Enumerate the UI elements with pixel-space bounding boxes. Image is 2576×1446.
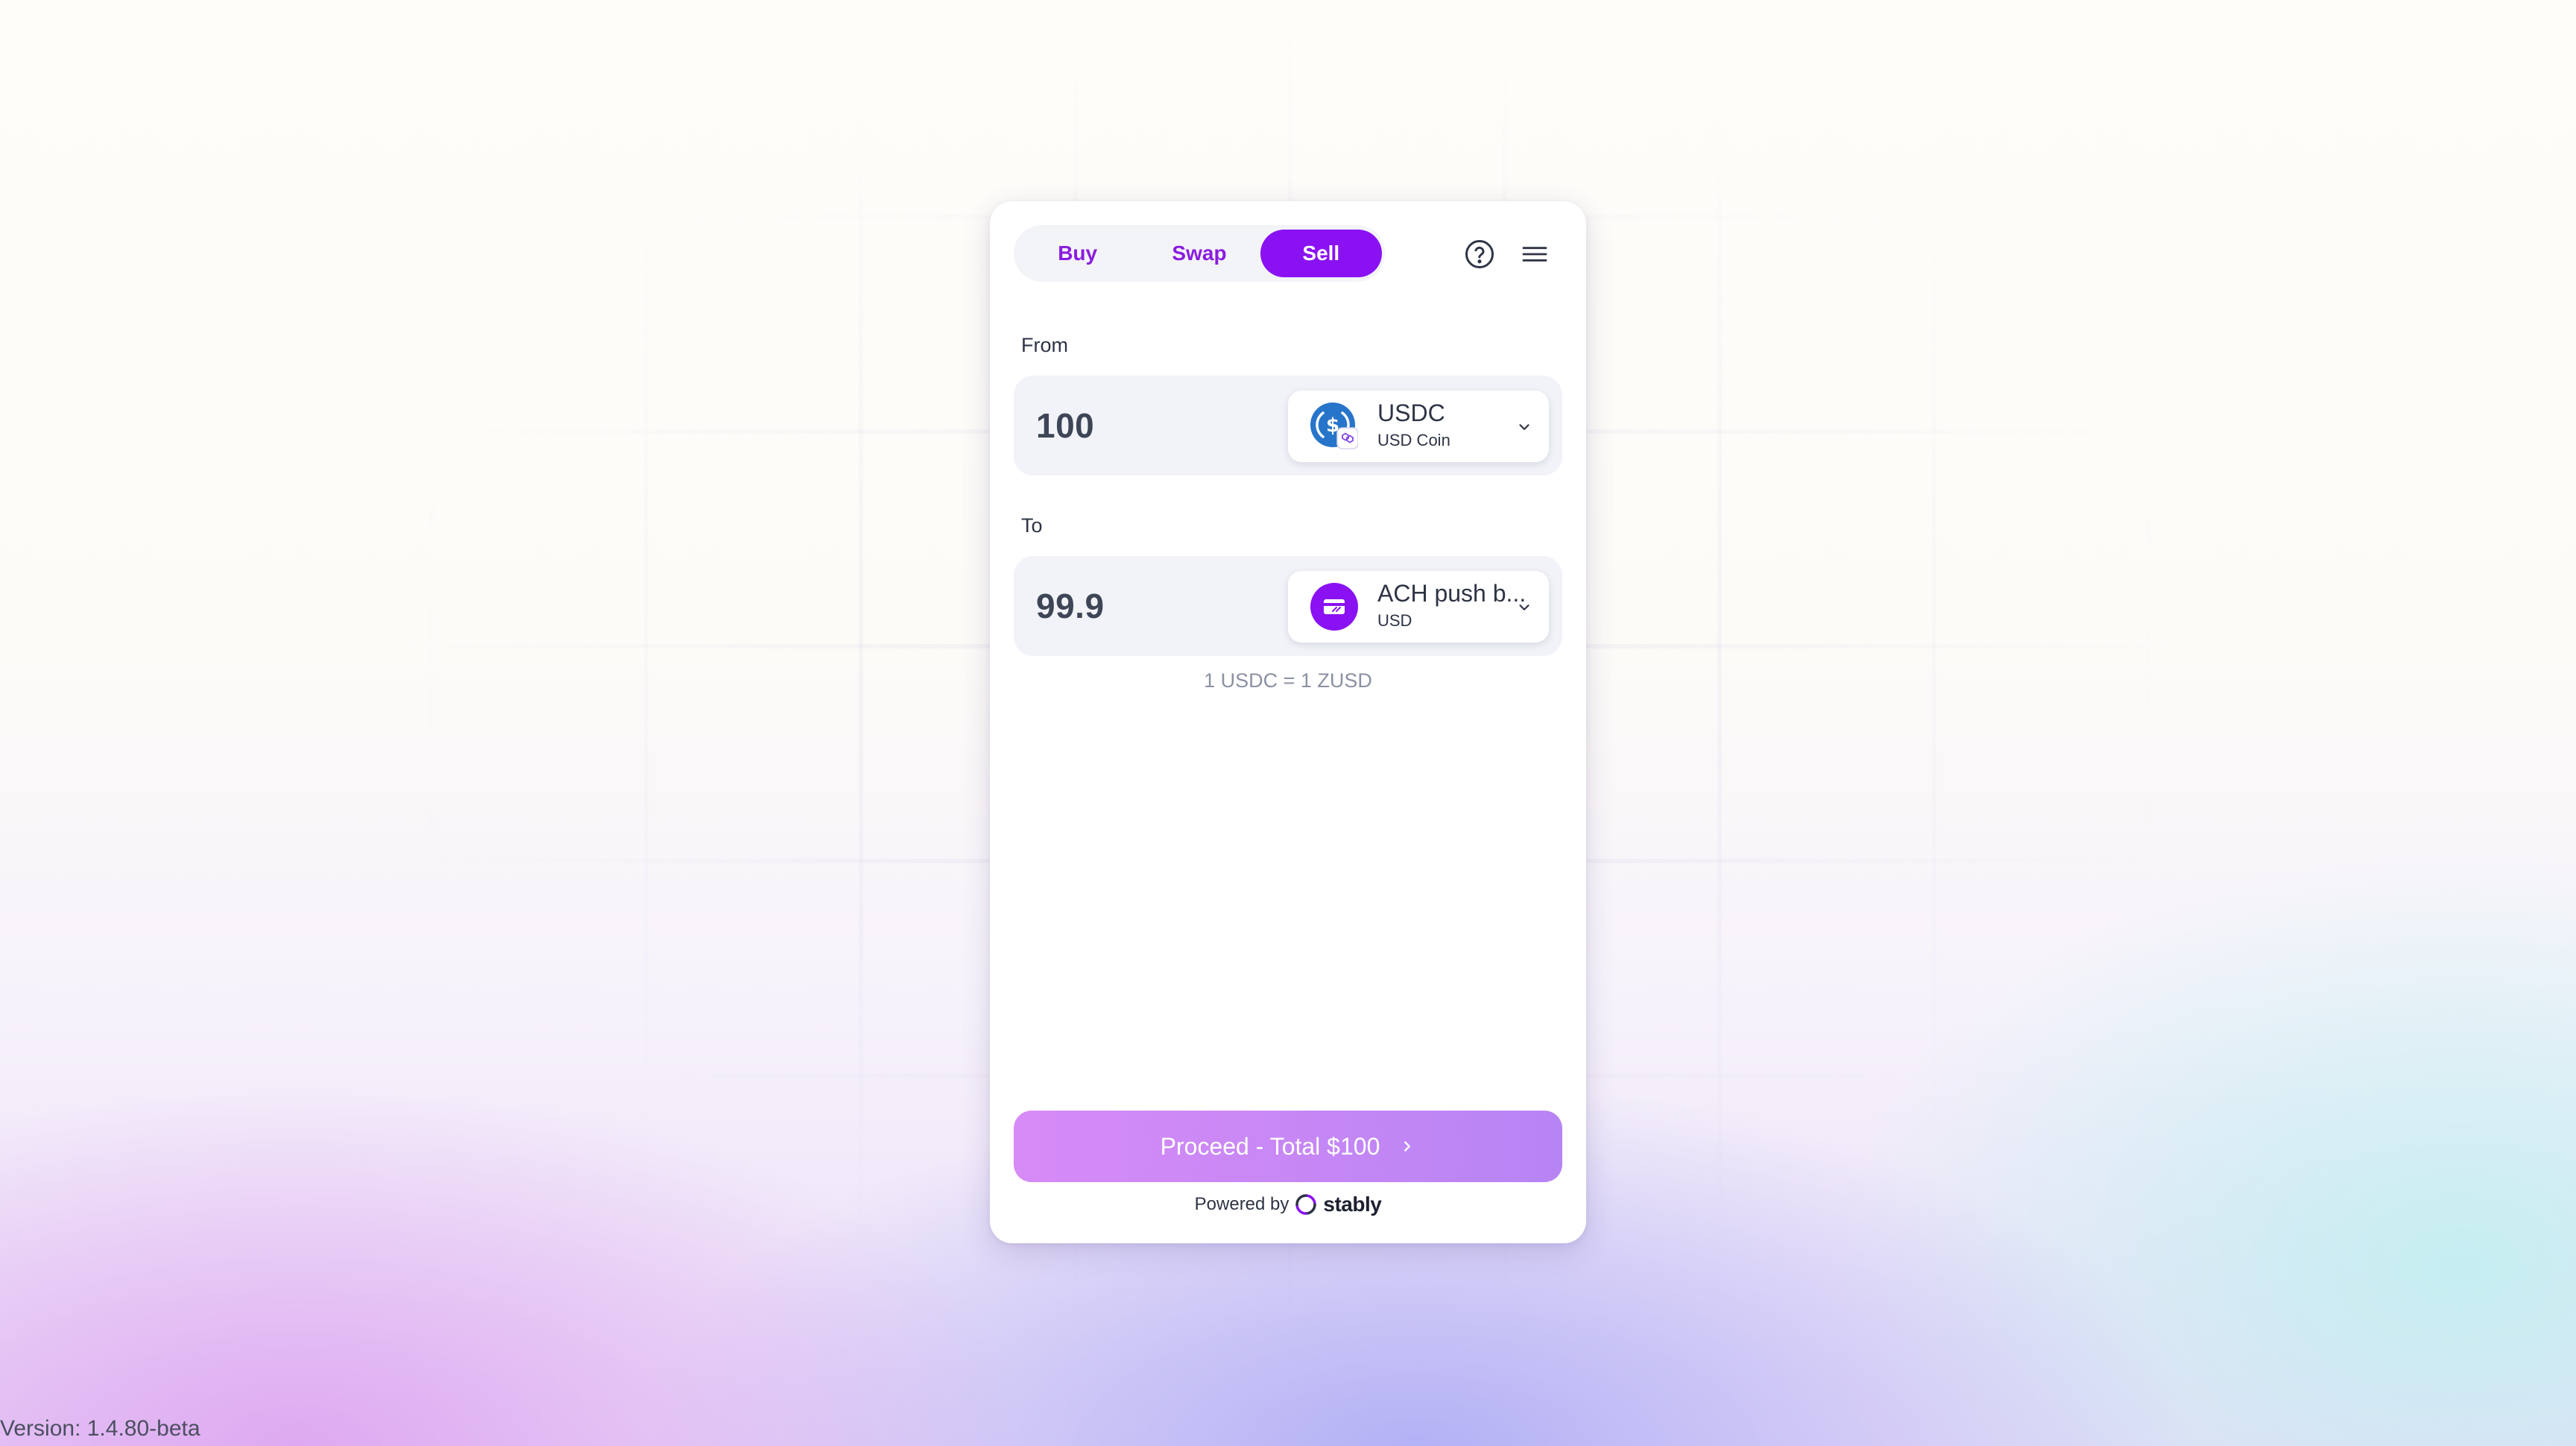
from-asset-select[interactable]: $ USDC USD Coin: [1288, 391, 1549, 462]
chevron-down-icon: [1519, 604, 1530, 610]
version-label: Version: 1.4.80-beta: [0, 1416, 201, 1441]
proceed-label: Proceed - Total $100: [1160, 1132, 1380, 1160]
bank-card-icon: [1310, 583, 1358, 631]
tab-buy[interactable]: Buy: [1017, 230, 1138, 277]
from-asset-subtitle: USD Coin: [1377, 431, 1450, 449]
hamburger-menu-icon[interactable]: [1518, 237, 1552, 271]
to-payout-method-select[interactable]: ACH push b... USD: [1288, 571, 1549, 643]
from-amount-box: 100 $ USDC USD Coin: [1014, 376, 1562, 476]
usdc-coin-icon: $: [1310, 402, 1359, 450]
powered-by: Powered by stably: [990, 1193, 1586, 1216]
to-label: To: [1021, 514, 1043, 537]
to-asset-subtitle: USD: [1377, 611, 1412, 630]
to-amount-box: 99.9 ACH push b... USD: [1014, 556, 1562, 656]
proceed-button[interactable]: Proceed - Total $100: [1014, 1111, 1562, 1182]
exchange-widget: Buy Swap Sell From 100 $ USDC USD Coin T…: [990, 201, 1586, 1243]
from-amount-input[interactable]: 100: [1036, 376, 1094, 476]
tab-swap[interactable]: Swap: [1138, 230, 1260, 277]
to-amount-value: 99.9: [1036, 587, 1105, 625]
chevron-right-icon: [1404, 1141, 1411, 1152]
stably-brand[interactable]: stably: [1323, 1193, 1381, 1216]
powered-by-label: Powered by: [1194, 1194, 1289, 1214]
help-circle-icon[interactable]: [1462, 237, 1497, 271]
stably-logo-icon: [1295, 1194, 1317, 1215]
mode-tabs: Buy Swap Sell: [1014, 225, 1385, 282]
exchange-rate: 1 USDC = 1 ZUSD: [1204, 669, 1372, 692]
from-asset-name: USDC: [1377, 400, 1445, 426]
chevron-down-icon: [1519, 424, 1530, 430]
from-label: From: [1021, 334, 1068, 356]
tab-sell[interactable]: Sell: [1260, 230, 1382, 277]
to-asset-name: ACH push b...: [1377, 580, 1527, 607]
